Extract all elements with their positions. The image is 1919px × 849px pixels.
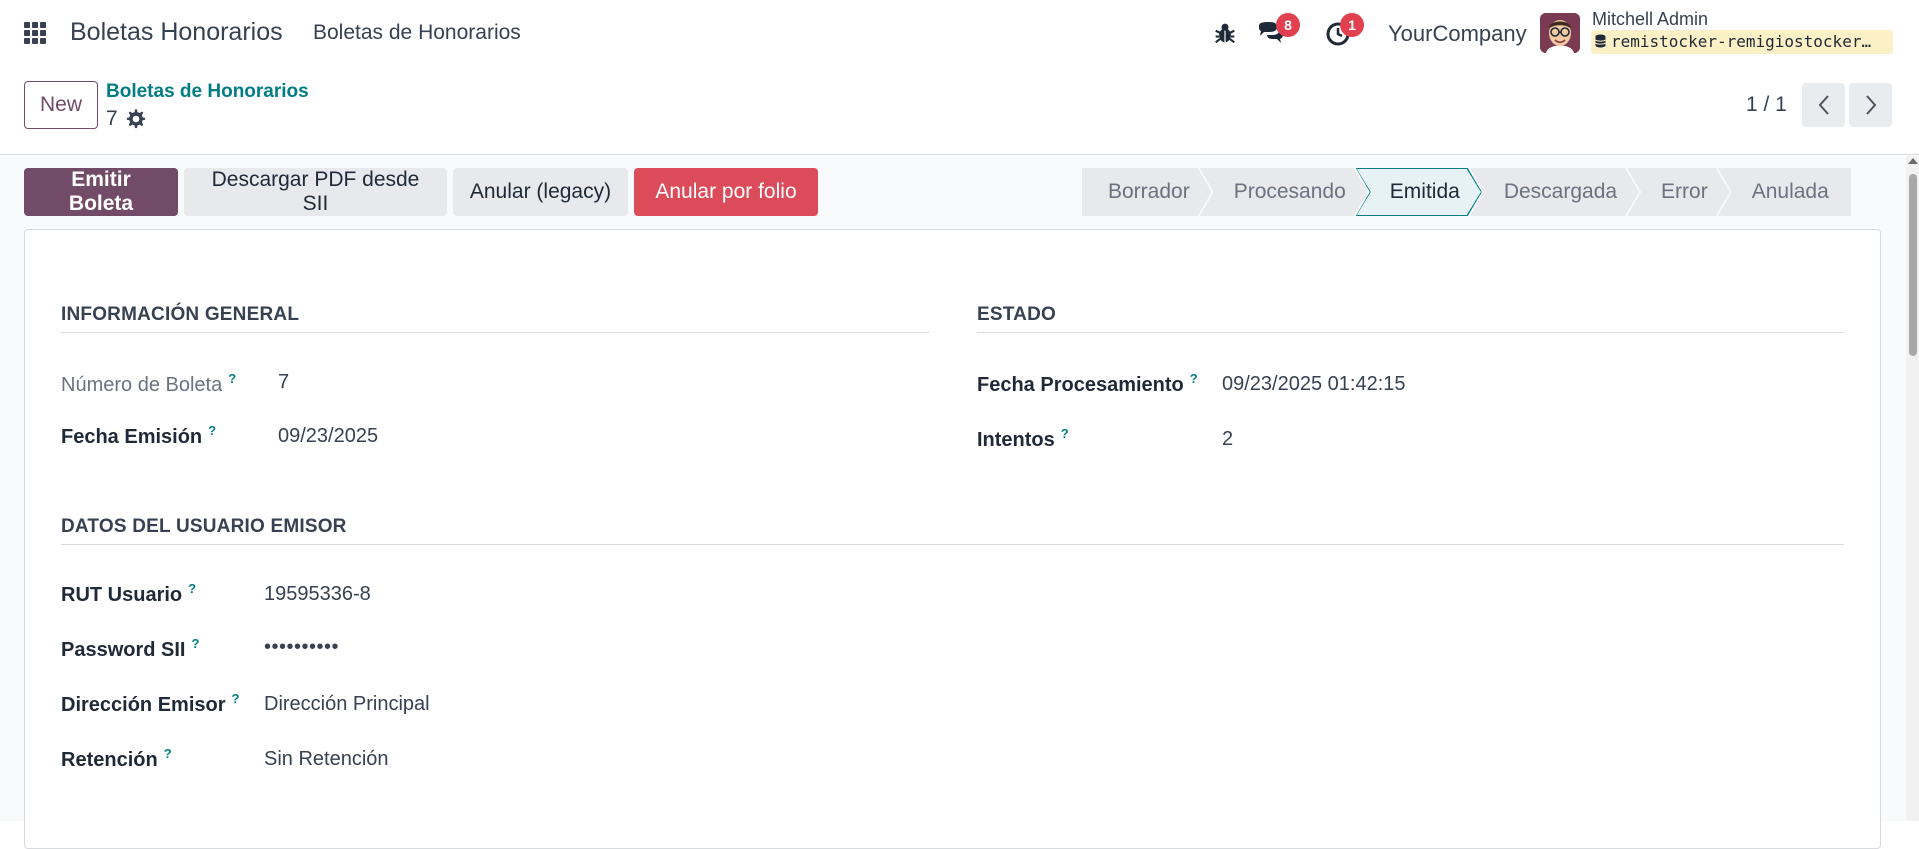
emitir-boleta-button[interactable]: Emitir Boleta [24, 168, 178, 216]
breadcrumb-record-name: 7 [106, 107, 118, 130]
password-sii-value[interactable]: •••••••••• [264, 636, 339, 659]
new-button[interactable]: New [24, 81, 98, 129]
chevron-right-icon [1865, 95, 1876, 115]
intentos-value: 2 [1222, 428, 1234, 450]
help-tooltip-icon[interactable]: ? [188, 581, 196, 596]
help-tooltip-icon[interactable]: ? [192, 636, 200, 651]
intentos-label: Intentos? [977, 426, 1069, 451]
database-icon [1595, 34, 1606, 48]
pager-previous-button[interactable] [1802, 83, 1845, 127]
scrollbar-thumb[interactable] [1909, 174, 1917, 356]
chevron-left-icon [1818, 95, 1829, 115]
company-switcher[interactable]: YourCompany [1388, 21, 1527, 47]
stage-emitida[interactable]: Emitida [1356, 168, 1482, 216]
stage-procesando[interactable]: Procesando [1200, 168, 1368, 216]
activities-badge: 1 [1340, 13, 1364, 37]
app-menu-grid-icon[interactable] [24, 22, 46, 44]
user-name[interactable]: Mitchell Admin [1592, 9, 1708, 30]
section-divider [61, 544, 1844, 545]
gear-icon[interactable] [125, 108, 147, 130]
top-navbar: Boletas Honorarios Boletas de Honorarios… [0, 0, 1919, 67]
help-tooltip-icon[interactable]: ? [208, 423, 216, 438]
help-tooltip-icon[interactable]: ? [1061, 426, 1069, 441]
stage-descargada[interactable]: Descargada [1470, 168, 1639, 216]
database-name: remistocker-remigiostocker… [1611, 32, 1872, 51]
help-tooltip-icon[interactable]: ? [232, 691, 240, 706]
direccion-emisor-value[interactable]: Dirección Principal [264, 693, 430, 716]
breadcrumb-link[interactable]: Boletas de Honorarios [106, 81, 309, 103]
help-tooltip-icon[interactable]: ? [164, 746, 172, 761]
direccion-emisor-label: Dirección Emisor? [61, 691, 240, 716]
anular-legacy-button[interactable]: Anular (legacy) [453, 168, 628, 216]
fecha-emision-label: Fecha Emisión? [61, 423, 217, 448]
section-title-emisor: DATOS DEL USUARIO EMISOR [61, 516, 347, 537]
form-sheet: INFORMACIÓN GENERAL Número de Boleta? 7 … [24, 229, 1881, 849]
help-tooltip-icon[interactable]: ? [228, 371, 236, 386]
control-panel: New Boletas de Honorarios 7 1 / 1 [0, 67, 1919, 155]
debug-bug-icon[interactable] [1211, 19, 1239, 47]
numero-boleta-value: 7 [278, 371, 290, 393]
retencion-label: Retención? [61, 746, 172, 771]
vertical-scrollbar[interactable] [1906, 156, 1919, 821]
messages-badge: 8 [1276, 13, 1300, 37]
password-sii-label: Password SII? [61, 636, 200, 661]
retencion-value[interactable]: Sin Retención [264, 748, 389, 771]
menu-item-boletas[interactable]: Boletas de Honorarios [313, 21, 521, 45]
pager-value[interactable]: 1 / 1 [1746, 93, 1787, 117]
database-chip: remistocker-remigiostocker… [1591, 30, 1893, 54]
scroll-up-arrow-icon[interactable] [1908, 158, 1918, 164]
rut-usuario-label: RUT Usuario? [61, 581, 197, 606]
status-bar: Borrador Procesando Emitida Descargada E… [1082, 168, 1851, 216]
rut-usuario-value[interactable]: 19595336-8 [264, 583, 371, 606]
help-tooltip-icon[interactable]: ? [1190, 371, 1198, 386]
form-content: Emitir Boleta Descargar PDF desde SII An… [0, 156, 1919, 849]
stage-error[interactable]: Error [1627, 168, 1730, 216]
stage-anulada[interactable]: Anulada [1717, 168, 1851, 216]
section-divider [61, 332, 929, 333]
stage-borrador[interactable]: Borrador [1082, 168, 1212, 216]
avatar-face-icon [1540, 13, 1580, 53]
numero-boleta-label: Número de Boleta? [61, 371, 237, 396]
fecha-procesamiento-value: 09/23/2025 01:42:15 [1222, 373, 1406, 395]
fecha-procesamiento-label: Fecha Procesamiento? [977, 371, 1198, 396]
pager-next-button[interactable] [1849, 83, 1892, 127]
section-title-general: INFORMACIÓN GENERAL [61, 304, 300, 325]
fecha-emision-value[interactable]: 09/23/2025 [278, 425, 378, 448]
descargar-pdf-button[interactable]: Descargar PDF desde SII [184, 168, 447, 216]
user-avatar[interactable] [1540, 13, 1580, 53]
section-divider [977, 332, 1844, 333]
section-title-estado: ESTADO [977, 304, 1056, 325]
app-title[interactable]: Boletas Honorarios [70, 18, 283, 47]
anular-folio-button[interactable]: Anular por folio [634, 168, 818, 216]
